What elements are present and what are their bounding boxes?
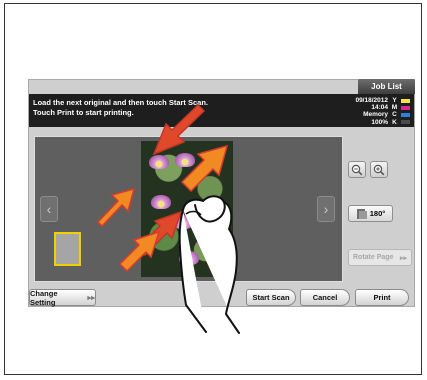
date-readout: 09/18/2012 [355,97,388,104]
toner-letter-c: C [392,111,397,119]
toner-letter-y: Y [392,97,397,104]
zoom-in-icon [373,164,385,175]
memory-value: 100% [371,118,388,126]
zoom-in-button[interactable] [370,161,388,178]
page-thumbnail[interactable] [54,232,81,266]
next-page-button[interactable]: › [317,196,335,222]
cancel-button[interactable]: Cancel [300,289,350,306]
toner-bar-c [401,113,410,117]
job-list-label: Job List [371,82,402,91]
flower-1 [149,155,169,169]
rotate-icon [356,208,367,219]
previous-page-button[interactable]: ‹ [40,196,58,222]
zoom-out-icon [351,164,363,175]
flower-7 [179,251,199,265]
rotate-page-label: Rotate Page [353,254,394,261]
flower-6 [203,199,223,213]
job-list-tab[interactable]: Job List [358,79,415,94]
toner-bar-k [401,120,410,125]
start-scan-button[interactable]: Start Scan [246,289,296,306]
toner-bar-m [401,105,410,110]
chevron-right-icon: › [323,201,329,217]
flower-2 [175,153,195,167]
time-readout: 14:04 [371,104,388,112]
toner-bar-y [401,98,410,103]
rotate-180-button[interactable]: 180° [348,205,393,222]
status-area: 09/18/2012 Y 14:04 M Memory C 100% K [332,97,410,126]
rotate-page-button[interactable]: Rotate Page ▸▸ [348,249,412,266]
print-label: Print [373,293,391,302]
double-chevron-right-icon: ▸▸ [399,254,407,262]
change-setting-button[interactable]: Change Setting ▸▸ [29,288,96,307]
flower-5 [197,234,217,248]
change-setting-label: Change Setting [30,288,58,307]
zoom-out-button[interactable] [348,161,366,178]
flower-4 [173,215,193,229]
chevron-left-icon: ‹ [46,201,52,217]
print-button[interactable]: Print [355,289,409,306]
message-bar: Load the next original and then touch St… [29,94,414,127]
toner-letter-m: M [391,104,398,112]
preview-image [141,141,233,277]
double-chevron-right-icon: ▸▸ [87,293,95,302]
toner-letter-k: K [392,118,397,126]
message-line-2: Touch Print to start printing. [33,108,134,117]
rotate-180-label: 180° [369,209,386,218]
start-scan-label: Start Scan [252,293,290,302]
message-line-1: Load the next original and then touch St… [33,98,209,107]
flower-3 [151,195,171,209]
memory-label: Memory [363,111,388,119]
cancel-label: Cancel [312,293,338,302]
